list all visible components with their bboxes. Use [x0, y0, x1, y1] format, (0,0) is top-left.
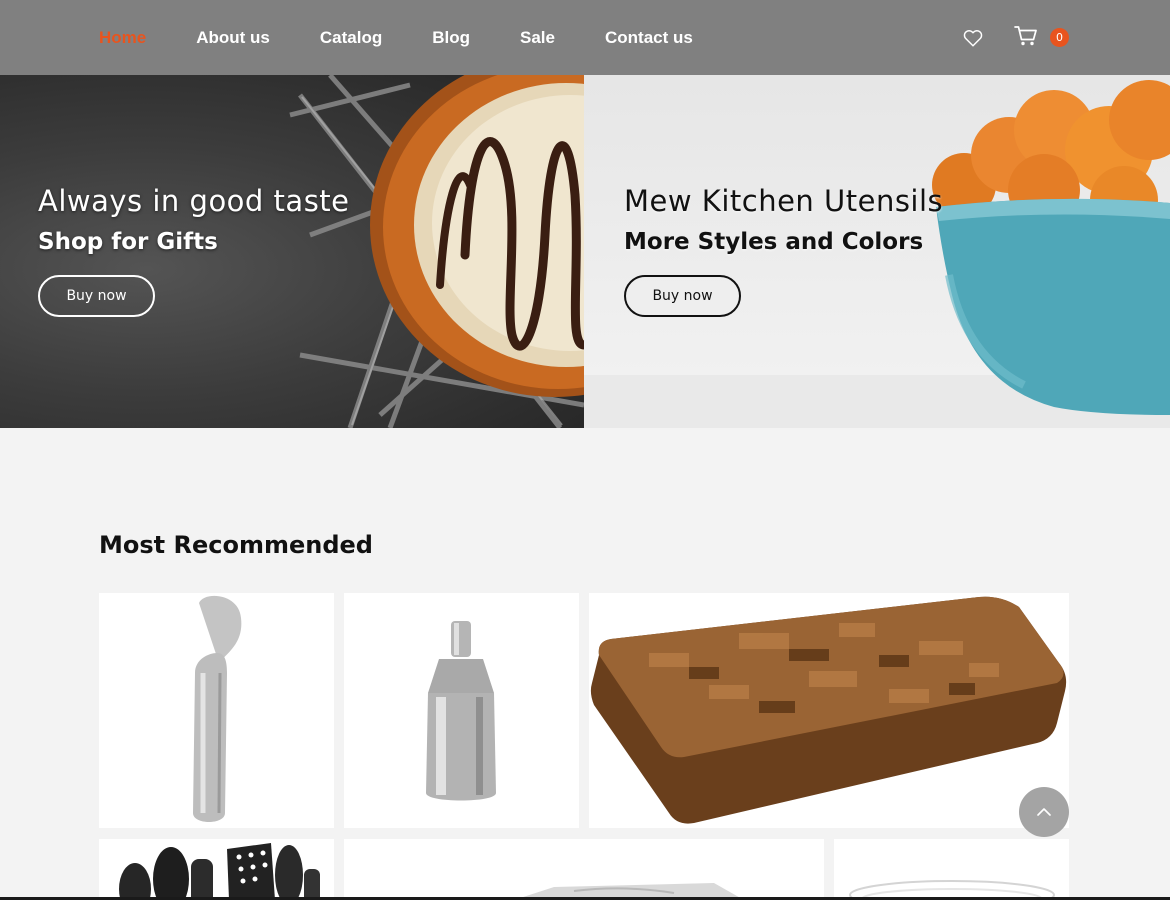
cutting-board-image [590, 596, 1067, 824]
nav-about-us[interactable]: About us [196, 28, 270, 48]
chevron-up-icon [1037, 808, 1051, 816]
product-cocktail-shaker[interactable] [344, 593, 579, 828]
hero-banner-gifts: Always in good taste Shop for Gifts Buy … [0, 75, 584, 428]
utensil-set-image [119, 843, 320, 900]
site-header: Home About us Catalog Blog Sale Contact … [0, 0, 1170, 75]
nav-contact-us[interactable]: Contact us [605, 28, 693, 48]
product-ice-cream-scoop[interactable] [99, 593, 334, 828]
cocktail-shaker-image [426, 621, 496, 801]
glass-bowl-image [849, 880, 1055, 900]
product-glass-bowl[interactable] [834, 839, 1069, 900]
product-marble-board[interactable] [344, 839, 824, 900]
hero-banner-utensils: Mew Kitchen Utensils More Styles and Col… [584, 75, 1170, 428]
cart-icon [1014, 25, 1037, 45]
banner-title: Mew Kitchen Utensils [624, 184, 944, 218]
section-title: Most Recommended [99, 531, 373, 559]
banner-subtitle: More Styles and Colors [624, 229, 924, 255]
buy-now-button[interactable]: Buy now [38, 275, 155, 317]
marble-board-image [514, 883, 744, 900]
cart-button[interactable]: 0 [1014, 23, 1070, 53]
main-nav: Home About us Catalog Blog Sale Contact … [99, 0, 743, 75]
banner-subtitle: Shop for Gifts [38, 229, 218, 255]
cart-count-badge: 0 [1050, 27, 1069, 47]
product-utensil-set[interactable] [99, 839, 334, 900]
nav-home[interactable]: Home [99, 28, 146, 48]
nav-sale[interactable]: Sale [520, 28, 555, 48]
scroll-to-top-button[interactable] [1019, 787, 1069, 837]
banner-text: Always in good taste Shop for Gifts Buy … [38, 183, 350, 317]
banner-title: Always in good taste [38, 184, 350, 218]
banner-text: Mew Kitchen Utensils More Styles and Col… [624, 183, 943, 317]
header-actions: 0 [962, 0, 1070, 75]
buy-now-button[interactable]: Buy now [624, 275, 741, 317]
heart-icon[interactable] [962, 27, 984, 49]
ice-cream-scoop-image [193, 595, 242, 822]
nav-catalog[interactable]: Catalog [320, 28, 382, 48]
product-cutting-board[interactable] [589, 593, 1069, 828]
nav-blog[interactable]: Blog [432, 28, 470, 48]
